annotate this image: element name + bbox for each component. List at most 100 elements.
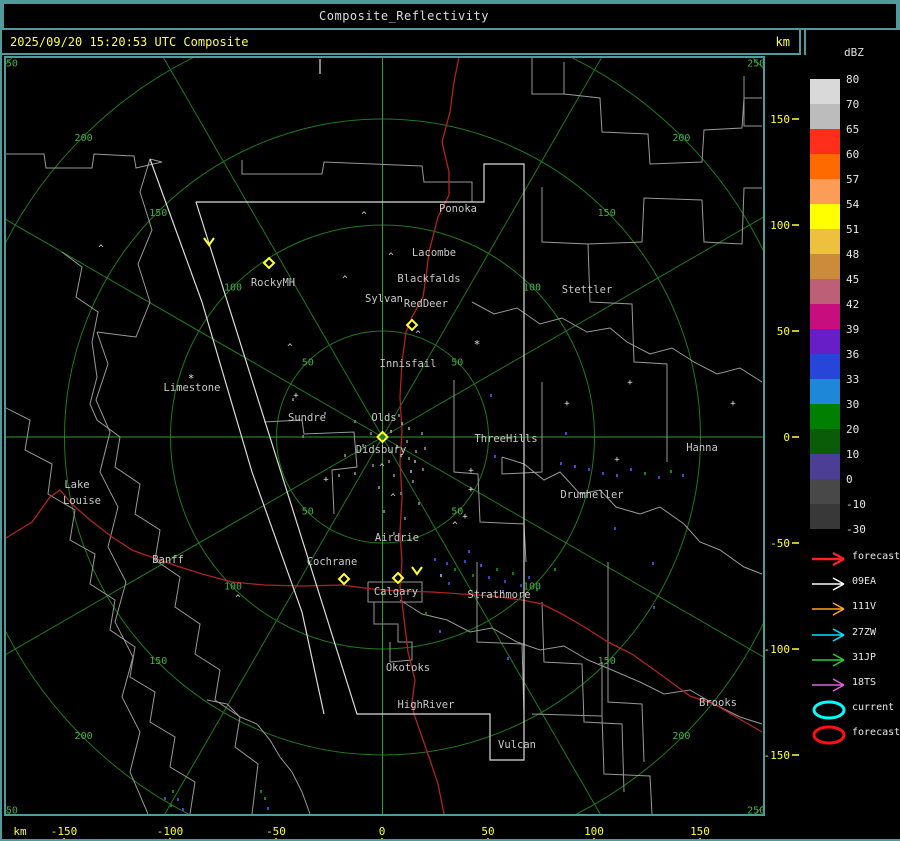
echo-pixel — [388, 460, 390, 463]
bottom-axis-tick-label: 50 — [481, 825, 494, 838]
legend-label: 31JP — [852, 651, 877, 663]
caret-marker: ^ — [379, 463, 385, 473]
plus-marker: + — [468, 466, 474, 476]
colorbar-title: dBZ — [844, 46, 864, 59]
ring-distance-label: 200 — [672, 133, 690, 144]
dbz-swatch — [810, 279, 840, 304]
dbz-tick-label: 80 — [846, 73, 860, 86]
echo-pixel — [408, 457, 410, 460]
city-label-airdrie: Airdrie — [375, 532, 419, 544]
caret-marker: ^ — [452, 521, 458, 531]
city-label-sylvan: Sylvan — [365, 293, 403, 305]
dbz-tick-label: 33 — [846, 373, 860, 386]
dbz-tick-label: -30 — [846, 523, 866, 536]
echo-pixel — [370, 432, 372, 435]
echo-pixel — [383, 510, 385, 513]
plus-marker: + — [323, 475, 329, 485]
dbz-swatch — [810, 304, 840, 329]
storm-track-arrow-icon — [812, 577, 845, 591]
legend-row-current: current — [808, 697, 900, 722]
dbz-tick-label: 60 — [846, 148, 860, 161]
storm-track-arrow-icon — [812, 653, 845, 667]
storm-track-arrow-icon — [812, 602, 845, 617]
title-bar: Composite_Reflectivity — [2, 2, 898, 30]
city-label-innisfail: Innisfail — [380, 358, 437, 370]
storm-track-arrow-icon — [812, 678, 845, 692]
dbz-swatch — [810, 454, 840, 479]
echo-pixel — [512, 572, 514, 575]
city-label-olds: Olds — [371, 412, 396, 424]
echo-pixel — [182, 808, 184, 811]
caret-marker: ^ — [415, 330, 421, 340]
echo-pixel — [496, 568, 498, 571]
plus-marker: + — [730, 399, 736, 409]
echo-pixel — [401, 422, 403, 425]
caret-marker: ^ — [342, 275, 348, 285]
bottom-axis-tick-label: 150 — [690, 825, 710, 838]
echo-pixel — [574, 465, 576, 468]
echo-pixel — [565, 432, 567, 435]
bottom-axis-tick-label: -100 — [157, 825, 184, 838]
dbz-swatch — [810, 379, 840, 404]
dbz-swatch — [810, 229, 840, 254]
echo-pixel — [344, 454, 346, 457]
echo-pixel — [404, 517, 406, 520]
city-label-limestone: Limestone — [164, 382, 221, 394]
city-label-highriver: HighRiver — [398, 699, 455, 711]
caret-marker: ^ — [287, 343, 293, 353]
echo-pixel — [172, 790, 174, 793]
echo-pixel — [440, 574, 442, 577]
dbz-tick-label: 39 — [846, 323, 860, 336]
radar-map-canvas[interactable]: 50 50 50 50 100 100 100 100 150 150 150 150 200 200 20… — [2, 55, 806, 839]
city-label-hanna: Hanna — [686, 442, 718, 454]
legend-label: current — [852, 702, 895, 714]
echo-pixel — [446, 562, 448, 565]
asterisk-marker: * — [474, 338, 481, 351]
echo-pixel — [424, 447, 426, 450]
legend-row-27ZW: 27ZW — [808, 622, 900, 647]
echo-pixel — [410, 470, 412, 473]
dbz-tick-label: 20 — [846, 423, 860, 436]
ring-distance-label: 50 — [451, 357, 463, 368]
right-axis-tick-label: -100 — [764, 643, 791, 656]
dbz-swatch — [810, 79, 840, 104]
echo-pixel — [439, 630, 441, 633]
legend-label: 111V — [852, 601, 877, 613]
echo-pixel — [480, 564, 482, 567]
right-axis-tick-label: -50 — [770, 537, 790, 550]
city-label-rockymh: RockyMH — [251, 277, 295, 289]
echo-pixel — [652, 562, 654, 565]
city-label-didsbury: Didsbury — [356, 444, 407, 456]
dbz-swatch — [810, 104, 840, 129]
right-axis-tick-label: 0 — [783, 431, 790, 444]
echo-pixel — [412, 480, 414, 483]
dbz-tick-label: 30 — [846, 398, 860, 411]
echo-pixel — [560, 462, 562, 465]
echo-pixel — [354, 472, 356, 475]
echo-pixel — [630, 468, 632, 471]
dbz-tick-label: 57 — [846, 173, 860, 186]
legend-row-forecast: forecast — [808, 722, 900, 747]
ring-distance-label: 150 — [149, 656, 167, 667]
dbz-tick-label: 36 — [846, 348, 860, 361]
echo-pixel — [454, 568, 456, 571]
ring-distance-label: 50 — [302, 357, 314, 368]
legend-row-09EA: 09EA — [808, 571, 900, 596]
caret-marker: ^ — [235, 594, 241, 604]
echo-pixel — [177, 798, 179, 801]
echo-pixel — [507, 657, 509, 660]
right-axis-tick-label: 150 — [770, 113, 790, 126]
right-axis-unit-label: km — [775, 35, 790, 49]
dbz-swatch — [810, 404, 840, 429]
echo-pixel — [644, 472, 646, 475]
timestamp-label: 2025/09/20 15:20:53 UTC Composite — [10, 35, 249, 49]
dbz-swatch — [810, 479, 840, 504]
caret-marker: ^ — [390, 493, 396, 503]
echo-pixel — [378, 486, 380, 489]
echo-pixel — [415, 450, 417, 453]
echo-pixel — [302, 435, 304, 438]
plus-marker: + — [614, 455, 620, 465]
city-label-threehills: ThreeHills — [474, 433, 537, 445]
echo-pixel — [354, 420, 356, 423]
echo-pixel — [164, 797, 166, 800]
